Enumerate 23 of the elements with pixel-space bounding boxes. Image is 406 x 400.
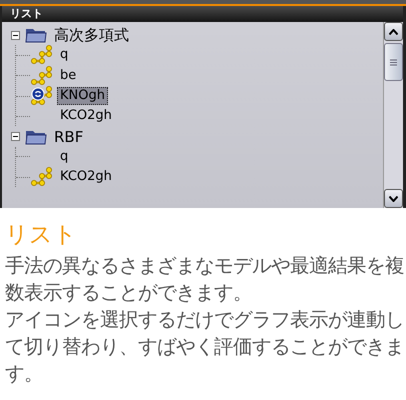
folder-icon[interactable] [25,26,47,44]
description-text: アイコンを選択するだけでグラフ表示が連動して切り替わり、すばやく評価することができます。 [5,307,405,387]
tree-item[interactable]: be [57,66,80,85]
scroll-thumb[interactable] [384,43,403,81]
caret-down-icon [389,196,398,202]
tree-item[interactable]: q [57,46,72,64]
tree-item[interactable]: KCO2gh [57,168,115,186]
scrollbar[interactable] [383,22,403,208]
caret-up-icon [389,28,398,34]
tree-item[interactable]: KNOgh [57,87,108,106]
tree-folder-item[interactable]: RBF [51,128,86,146]
graph-icon[interactable] [31,167,53,188]
scroll-up-button[interactable] [384,22,403,41]
panel-title: リスト [2,6,403,22]
tree-item[interactable]: q [57,148,72,166]
collapse-icon[interactable] [11,132,20,142]
description-text: 手法の異なるさまざまなモデルや最適結果を複数表示することができます。 [5,253,405,306]
tree-item[interactable]: KCO2gh [57,107,115,126]
scroll-down-button[interactable] [384,189,403,208]
linked-graph-icon[interactable] [31,86,53,106]
section-heading: リスト [5,221,78,250]
tree-folder-item[interactable]: 高次多項式 [51,26,132,44]
collapse-icon[interactable] [11,30,20,40]
